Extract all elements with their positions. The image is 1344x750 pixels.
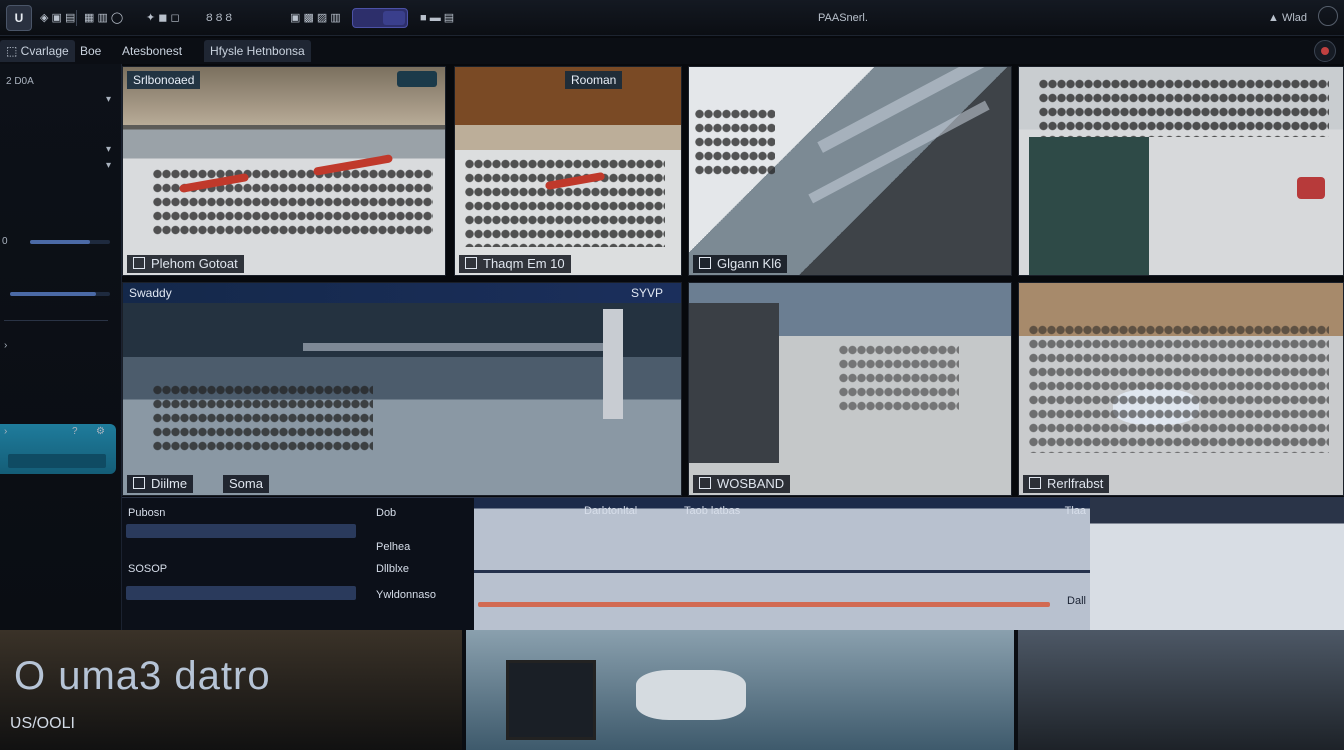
sidebar-arrow-icon[interactable]: › <box>4 426 7 437</box>
scene-crowd <box>153 383 373 453</box>
timeline-tag: Tlaa <box>1064 505 1086 517</box>
chevron-down-icon[interactable]: ▾ <box>106 94 111 105</box>
chevron-down-icon[interactable]: ▾ <box>106 160 111 171</box>
camera-label: Glgann Kl6 <box>693 255 788 273</box>
camera-label-secondary: Soma <box>223 475 269 493</box>
camera-tile-3[interactable]: Glgann Kl6 <box>688 66 1012 276</box>
tab-overview[interactable]: ⬚ Cvarlage <box>0 40 75 62</box>
scene-crowd <box>1029 323 1329 453</box>
tab-atesbonest[interactable]: Atesbonest <box>116 40 188 62</box>
camera-label: Rerlfrabst <box>1023 475 1110 493</box>
camera-label: Thaqm Em 10 <box>459 255 571 273</box>
tab-bar: ⬚ Cvarlage Boe Atesbonest Hfysle Hetnbon… <box>0 38 1344 64</box>
warning-icon: ▲ <box>1268 12 1282 24</box>
timeline-title: Darbtonltal <box>584 505 638 517</box>
scene-crowd <box>695 107 775 177</box>
sidebar-slider[interactable] <box>30 240 110 244</box>
toolbar-separator <box>76 10 77 26</box>
user-menu[interactable]: ▲ Wlad <box>1268 8 1307 28</box>
scene-booth <box>1029 137 1149 275</box>
camera-controls[interactable] <box>397 71 437 87</box>
timeline-track[interactable]: Darbtonltal Taob latbas Tlaa Dall <box>474 498 1090 631</box>
view-toggle[interactable] <box>352 8 408 28</box>
panel-bar[interactable] <box>126 524 356 538</box>
panel-bar[interactable] <box>126 586 356 600</box>
camera-label: Diilme <box>127 475 194 493</box>
camera-icon <box>133 257 145 269</box>
top-toolbar: U ◈ ▣ ▤ ▦ ▥ ◯ ✦ ◼ ◻ Ȣ Ȣ Ȣ ▣ ▩ ▨ ▥ ■ ▬ ▤ … <box>0 0 1344 36</box>
camera-header: Swaddy SYVP <box>123 283 681 303</box>
scene-wall <box>689 303 779 463</box>
sidebar-item-controls[interactable] <box>8 454 106 468</box>
toolbar-group-4[interactable]: Ȣ Ȣ Ȣ <box>206 8 232 28</box>
toolbar-group-1[interactable]: ◈ ▣ ▤ <box>40 8 75 28</box>
scene-column <box>603 309 623 419</box>
panel-mid-label: Ywldonnaso <box>376 589 436 601</box>
scene-object <box>1297 177 1325 199</box>
divider <box>4 320 108 321</box>
escalator-rail <box>808 100 990 204</box>
app-logo[interactable]: U <box>6 5 32 31</box>
sidebar-value: 0 <box>2 236 8 247</box>
tab-boe[interactable]: Boe <box>74 40 107 62</box>
camera-tile-2[interactable]: Rooman Thaqm Em 10 <box>454 66 682 276</box>
timeline-line <box>474 570 1090 573</box>
record-dot <box>1321 47 1329 55</box>
camera-icon <box>699 257 711 269</box>
sidebar-label: 2 D0A <box>6 76 34 87</box>
panel-mid-label: Pelhea <box>376 541 411 553</box>
sidebar-arrow-icon[interactable]: › <box>4 340 7 351</box>
scene-crowd <box>465 157 665 247</box>
camera-icon <box>699 477 711 489</box>
user-label: Wlad <box>1281 12 1308 24</box>
camera-icon <box>133 477 145 489</box>
camera-tile-1[interactable]: Srlbonoaed Plehom Gotoat <box>122 66 446 276</box>
overlay-subtitle: ƲS/OOLI <box>10 715 75 732</box>
side-preview <box>1090 497 1344 630</box>
camera-tile-6[interactable]: WOSBAND <box>688 282 1012 496</box>
timeline-tag: Dall <box>1067 595 1086 607</box>
tab-hfysle[interactable]: Hfysle Hetnbonsa <box>204 40 311 62</box>
sidebar: 2 D0A ▾ ▾ ▾ 0 › › ? ⚙ <box>0 64 122 630</box>
scene-crowd <box>839 343 959 413</box>
scene-crowd <box>1039 77 1329 137</box>
toolbar-group-6[interactable]: ■ ▬ ▤ <box>420 8 454 28</box>
toggle-knob <box>383 11 405 25</box>
camera-tile-7[interactable]: Rerlfrabst <box>1018 282 1344 496</box>
sidebar-slider[interactable] <box>10 292 110 296</box>
camera-tile-4[interactable] <box>1018 66 1344 276</box>
toolbar-group-5[interactable]: ▣ ▩ ▨ ▥ <box>290 8 341 28</box>
settings-icon[interactable]: ⚙ <box>96 426 105 437</box>
toolbar-group-2[interactable]: ▦ ▥ ◯ <box>84 8 123 28</box>
camera-label: Plehom Gotoat <box>127 255 244 273</box>
panel-row-label: Pubosn <box>128 507 166 519</box>
playback-progress[interactable] <box>478 602 1050 607</box>
toolbar-group-3[interactable]: ✦ ◼ ◻ <box>146 8 180 28</box>
camera-label: WOSBAND <box>693 475 791 493</box>
window-title: PAASnerl. <box>818 12 868 24</box>
camera-icon <box>1029 477 1041 489</box>
settings-icon[interactable] <box>1318 6 1338 26</box>
scene-crowd <box>153 167 433 237</box>
record-indicator[interactable] <box>1314 40 1336 62</box>
preview-thumb-2[interactable] <box>466 630 1014 750</box>
panel-mid-label: Dob <box>376 507 397 519</box>
chevron-down-icon[interactable]: ▾ <box>106 144 111 155</box>
panel-mid-label: Dllblxe <box>376 563 410 575</box>
panel-row-label: SOSOP <box>128 563 168 575</box>
tab-icon: ⬚ <box>6 44 21 58</box>
display-screen <box>506 660 596 740</box>
camera-tag: Rooman <box>565 71 623 89</box>
overlay-title: O uma3 datro <box>14 654 271 698</box>
question-icon[interactable]: ? <box>72 426 78 437</box>
timeline-title-secondary: Taob latbas <box>684 505 741 517</box>
camera-tag: Srlbonoaed <box>127 71 201 89</box>
escalator-rail <box>817 67 991 153</box>
preview-thumb-3[interactable] <box>1018 630 1344 750</box>
scene-beam <box>303 343 623 351</box>
camera-tile-5[interactable]: Swaddy SYVP Diilme Soma <box>122 282 682 496</box>
control-panel: Pubosn SOSOP Dob Pelhea Dllblxe Ywldonna… <box>122 497 1090 631</box>
aircraft-model <box>636 670 746 720</box>
camera-icon <box>465 257 477 269</box>
